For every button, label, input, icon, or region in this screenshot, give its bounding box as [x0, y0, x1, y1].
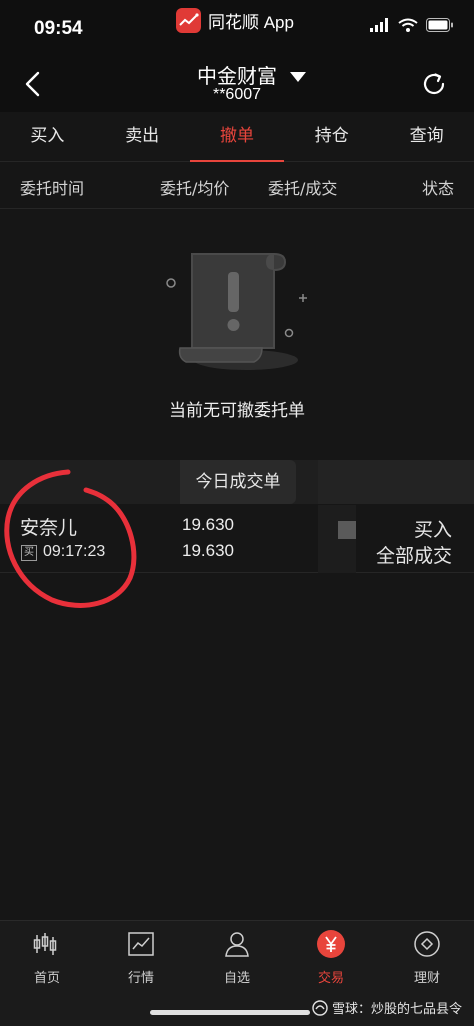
deal-time: 09:17:23: [43, 543, 106, 560]
account-number: **6007: [212, 86, 262, 103]
nav-home-label: 首页: [33, 971, 60, 986]
column-order-time: 委托时间: [20, 179, 85, 198]
column-order-price: 委托/均价: [160, 179, 230, 198]
home-indicator[interactable]: [150, 1010, 310, 1015]
status-app-name: 同花顺 App: [208, 12, 294, 32]
nav-watchlist[interactable]: 自选: [202, 929, 272, 986]
snowball-logo-icon: [312, 999, 328, 1016]
chart-icon: [128, 932, 154, 956]
deal-side: 买入: [413, 519, 452, 541]
deal-qty-redaction: [318, 505, 356, 573]
person-icon: [225, 932, 249, 957]
tab-sell[interactable]: 卖出: [95, 112, 190, 161]
dropdown-caret-icon[interactable]: [290, 72, 306, 82]
coin-icon: [414, 931, 440, 957]
trade-cancel-page: 09:54 同花顺 App 中金财富 **6007 买入 卖出 撤单 持仓 查询…: [0, 0, 474, 1026]
deal-qty-redaction-block: [338, 521, 356, 539]
status-icons: [370, 18, 454, 32]
broker-title[interactable]: 中金财富: [197, 60, 277, 89]
today-header-fade: [318, 460, 474, 504]
top-header: 中金财富 **6007: [0, 56, 474, 112]
tab-cancel[interactable]: 撤单: [189, 112, 285, 162]
refresh-icon[interactable]: [420, 70, 448, 98]
status-time: 09:54: [34, 18, 83, 39]
app-logo-icon: [176, 7, 201, 33]
deal-stock-name: 安奈儿: [20, 517, 78, 539]
deal-status: 全部成交: [375, 545, 452, 567]
nav-home[interactable]: 首页: [12, 929, 82, 986]
empty-document-icon: [166, 253, 307, 370]
deal-row[interactable]: 安奈儿 买 09:17:23 19.630 19.630 买入 全部成交: [0, 505, 474, 573]
status-bar: 09:54 同花顺 App: [0, 0, 474, 56]
nav-market[interactable]: 行情: [106, 929, 176, 986]
yen-icon: [317, 930, 345, 958]
nav-finance[interactable]: 理财: [392, 929, 462, 986]
nav-watchlist-label: 自选: [223, 971, 250, 986]
empty-state: 当前无可撤委托单: [0, 240, 474, 421]
tab-buy[interactable]: 买入: [0, 112, 95, 161]
signal-icon: [370, 18, 388, 32]
nav-trade[interactable]: 交易: [296, 929, 366, 986]
candlestick-icon: [33, 933, 57, 955]
today-deals-header: 今日成交单: [0, 460, 474, 504]
deal-avg-price: 19.630: [182, 541, 234, 560]
tab-query[interactable]: 查询: [379, 112, 474, 161]
wifi-icon: [398, 18, 418, 32]
column-order-qty: 委托/成交: [268, 179, 338, 198]
deal-side-badge: 买: [21, 545, 37, 561]
order-column-headers: 委托时间 委托/均价 委托/成交 状态: [0, 163, 474, 209]
tab-positions[interactable]: 持仓: [284, 112, 379, 161]
watermark-text: 雪球：炒股的七品县令: [331, 1002, 462, 1017]
column-status: 状态: [421, 179, 454, 198]
empty-state-message: 当前无可撤委托单: [169, 401, 305, 421]
nav-finance-label: 理财: [413, 971, 440, 986]
nav-market-label: 行情: [127, 971, 154, 986]
nav-trade-label: 交易: [317, 971, 344, 986]
account-selector[interactable]: 中金财富: [0, 60, 474, 89]
battery-icon: [426, 18, 453, 32]
watermark: 雪球：炒股的七品县令: [312, 998, 462, 1017]
deal-order-price: 19.630: [182, 515, 234, 534]
trade-tabs: 买入 卖出 撤单 持仓 查询: [0, 112, 474, 162]
today-deals-label[interactable]: 今日成交单: [180, 460, 296, 504]
status-app-indicator: 同花顺 App: [176, 6, 294, 34]
